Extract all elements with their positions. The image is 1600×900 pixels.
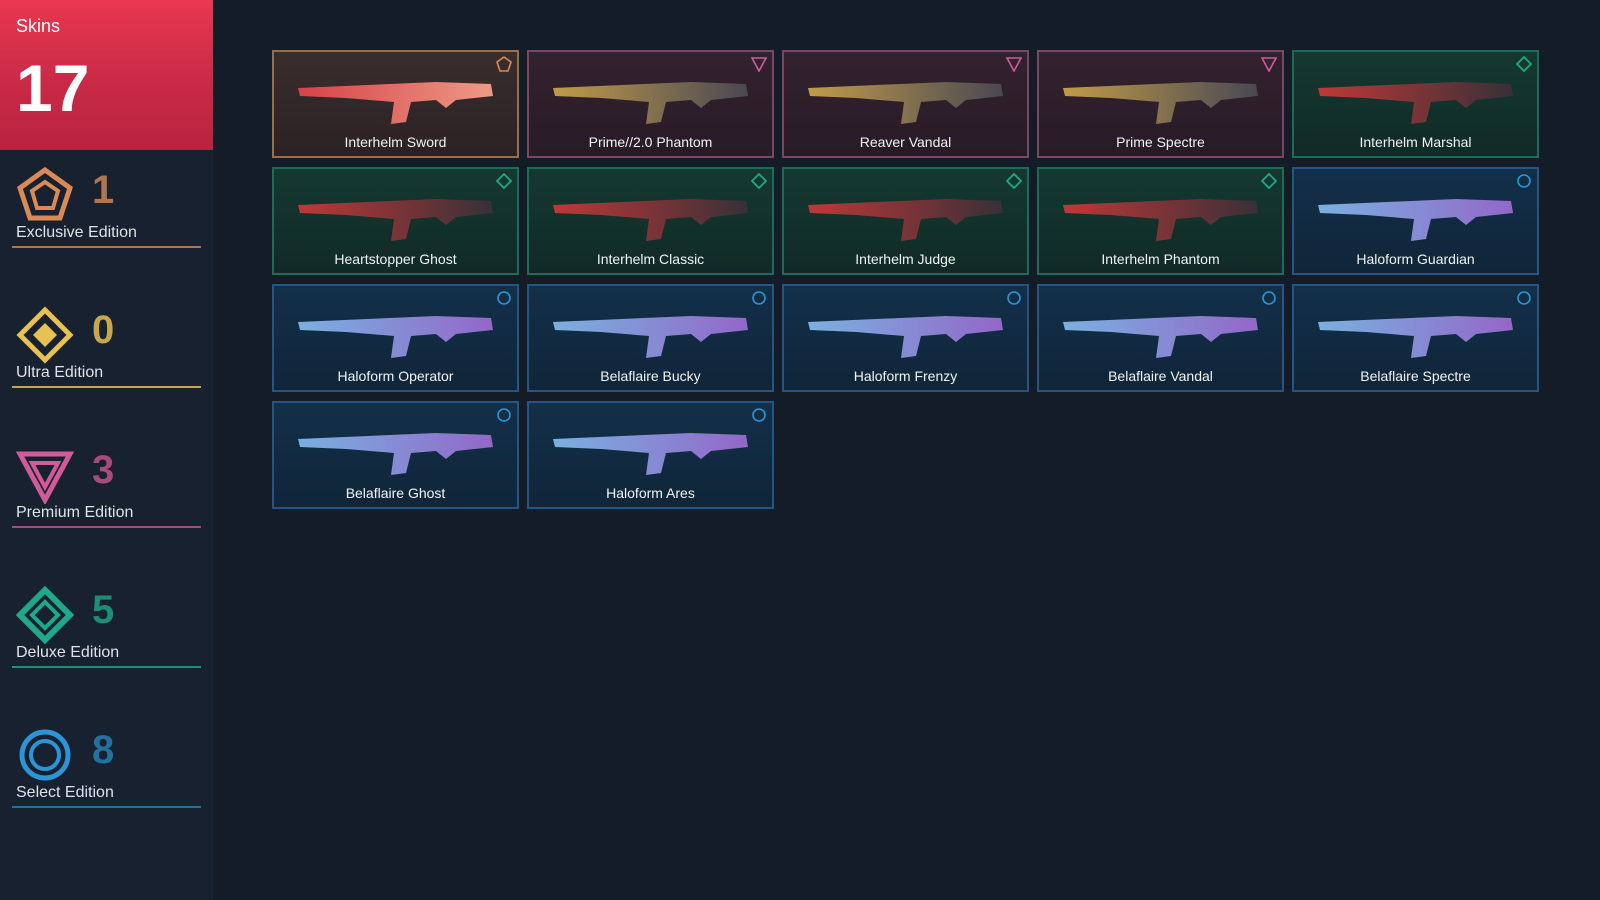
skin-card[interactable]: Interhelm Sword [272, 50, 519, 158]
weapon-image [298, 316, 493, 358]
skin-name: Haloform Operator [337, 368, 454, 384]
deluxe-tier-icon [496, 173, 512, 189]
tier-select[interactable]: 8 Select Edition [12, 720, 201, 810]
skin-grid: Interhelm Sword Prime//2.0 Phantom Reaver … [272, 50, 1539, 509]
skin-card[interactable]: Belaflaire Vandal [1037, 284, 1284, 392]
skin-name: Belaflaire Vandal [1108, 368, 1213, 384]
tier-exclusive[interactable]: 1 Exclusive Edition [12, 160, 201, 250]
skin-name: Reaver Vandal [859, 134, 952, 150]
skin-card[interactable]: Interhelm Classic [527, 167, 774, 275]
weapon-image [298, 199, 493, 241]
premium-tier-icon [1261, 57, 1277, 72]
tier-count: 8 [92, 728, 115, 772]
weapon-image [808, 199, 1003, 241]
skin-card[interactable]: Reaver Vandal [782, 50, 1029, 158]
tier-label: Exclusive Edition [16, 224, 137, 241]
tier-divider [12, 526, 201, 528]
skin-name: Prime//2.0 Phantom [588, 134, 713, 150]
premium-tier-icon [16, 451, 74, 504]
skin-name: Interhelm Judge [855, 251, 956, 267]
weapon-image [1318, 82, 1513, 124]
select-tier-icon [1262, 291, 1276, 305]
skin-name: Haloform Ares [606, 485, 695, 501]
tier-divider [12, 386, 201, 388]
premium-tier-icon [751, 57, 767, 72]
skins-count: 17 [16, 51, 90, 125]
deluxe-tier-icon [1516, 56, 1532, 72]
select-tier-icon [1517, 291, 1531, 305]
skin-name: Belaflaire Spectre [1360, 368, 1471, 384]
tier-deluxe[interactable]: 5 Deluxe Edition [12, 580, 201, 670]
tier-count: 5 [92, 588, 115, 632]
select-tier-icon [752, 291, 766, 305]
skin-name: Interhelm Marshal [1359, 134, 1472, 150]
weapon-image [1063, 316, 1258, 358]
deluxe-tier-icon [1261, 173, 1277, 189]
tier-ultra[interactable]: 0 Ultra Edition [12, 300, 201, 390]
tier-count: 1 [92, 168, 115, 212]
ultra-tier-icon [16, 306, 74, 364]
skin-card[interactable]: Haloform Operator [272, 284, 519, 392]
skin-card[interactable]: Prime//2.0 Phantom [527, 50, 774, 158]
tier-label: Select Edition [16, 784, 114, 801]
skin-card[interactable]: Heartstopper Ghost [272, 167, 519, 275]
tier-label: Deluxe Edition [16, 644, 120, 661]
tier-divider [12, 666, 201, 668]
select-tier-icon [19, 729, 71, 781]
skin-card[interactable]: Prime Spectre [1037, 50, 1284, 158]
weapon-image [808, 316, 1003, 358]
weapon-image [553, 82, 748, 124]
select-tier-icon [497, 408, 511, 422]
weapon-image [298, 82, 493, 124]
skin-name: Interhelm Sword [344, 134, 447, 150]
tier-divider [12, 246, 201, 248]
skin-card[interactable]: Haloform Ares [527, 401, 774, 509]
skins-summary: Skins 17 [0, 0, 213, 150]
select-tier-icon [497, 291, 511, 305]
tier-count: 3 [92, 448, 115, 492]
deluxe-tier-icon [16, 586, 74, 644]
tier-label: Ultra Edition [16, 364, 104, 381]
deluxe-tier-icon [1006, 173, 1022, 189]
exclusive-tier-icon [17, 166, 73, 221]
weapon-image [553, 199, 748, 241]
skin-name: Haloform Guardian [1356, 251, 1475, 267]
skin-name: Belaflaire Bucky [600, 368, 701, 384]
skin-card[interactable]: Interhelm Phantom [1037, 167, 1284, 275]
weapon-image [298, 433, 493, 475]
skin-name: Heartstopper Ghost [334, 251, 457, 267]
weapon-image [1318, 316, 1513, 358]
tier-count: 0 [92, 308, 115, 352]
exclusive-tier-icon [496, 56, 512, 72]
skin-card[interactable]: Haloform Guardian [1292, 167, 1539, 275]
select-tier-icon [1517, 174, 1531, 188]
select-tier-icon [1007, 291, 1021, 305]
skin-name: Haloform Frenzy [853, 368, 958, 384]
skin-card[interactable]: Belaflaire Spectre [1292, 284, 1539, 392]
skin-card[interactable]: Belaflaire Ghost [272, 401, 519, 509]
select-tier-icon [752, 408, 766, 422]
weapon-image [808, 82, 1003, 124]
weapon-image [553, 316, 748, 358]
skin-card[interactable]: Belaflaire Bucky [527, 284, 774, 392]
skin-card[interactable]: Interhelm Judge [782, 167, 1029, 275]
skin-name: Prime Spectre [1116, 134, 1205, 150]
tier-sidebar: Skins 17 1 Exclusive Edition 0 Ultra Edi… [0, 0, 213, 900]
tier-premium[interactable]: 3 Premium Edition [12, 440, 201, 530]
skin-name: Belaflaire Ghost [345, 485, 446, 501]
weapon-image [1318, 199, 1513, 241]
tier-label: Premium Edition [16, 504, 134, 521]
skin-name: Interhelm Classic [596, 251, 705, 267]
skin-card[interactable]: Interhelm Marshal [1292, 50, 1539, 158]
weapon-image [1063, 199, 1258, 241]
skins-label: Skins [16, 16, 61, 36]
skin-name: Interhelm Phantom [1101, 251, 1220, 267]
skin-card[interactable]: Haloform Frenzy [782, 284, 1029, 392]
weapon-image [1063, 82, 1258, 124]
deluxe-tier-icon [751, 173, 767, 189]
tier-divider [12, 806, 201, 808]
premium-tier-icon [1006, 57, 1022, 72]
weapon-image [553, 433, 748, 475]
